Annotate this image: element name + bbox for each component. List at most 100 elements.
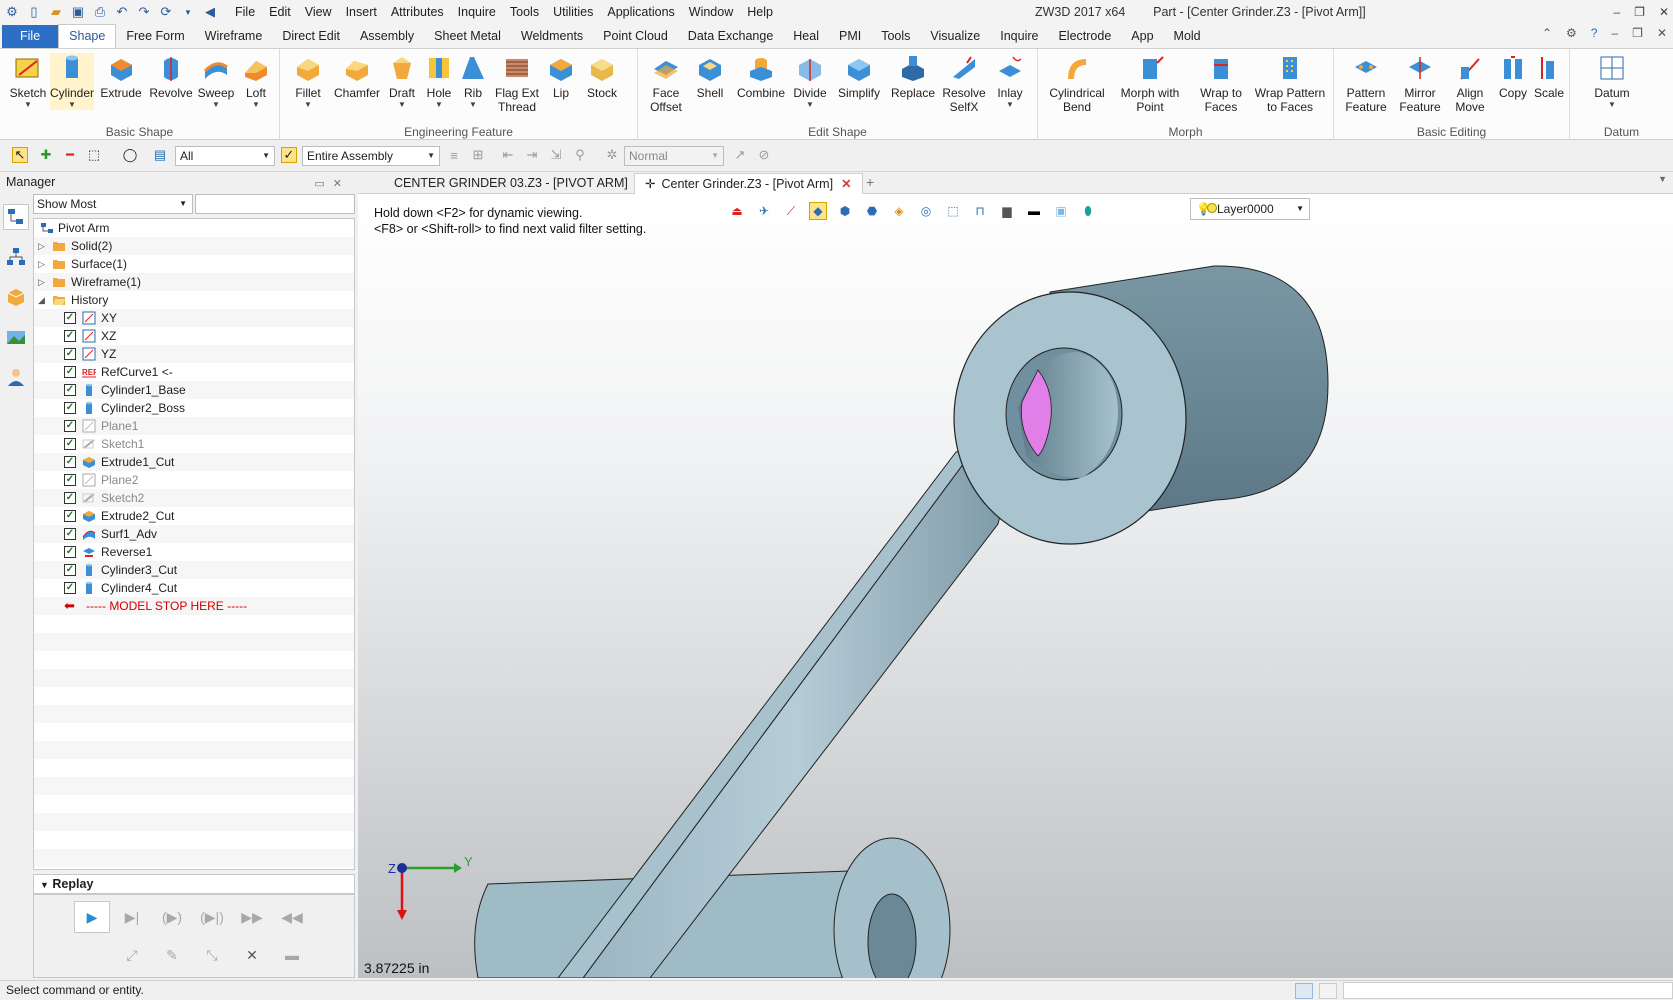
- print-icon[interactable]: ⎙: [92, 4, 108, 20]
- visibility-checkbox[interactable]: ✓: [64, 528, 76, 540]
- visibility-checkbox[interactable]: ✓: [64, 420, 76, 432]
- restore-icon[interactable]: ❐: [1634, 0, 1645, 24]
- fast-forward-icon[interactable]: ▶▶: [234, 901, 270, 933]
- simplify-button[interactable]: Simplify: [834, 53, 884, 100]
- user-role-icon[interactable]: [3, 364, 29, 390]
- box-select-icon[interactable]: ⬚: [86, 147, 102, 163]
- tree-row-history[interactable]: ✓ Plane2: [34, 471, 354, 489]
- visibility-checkbox[interactable]: ✓: [64, 510, 76, 522]
- image-view-icon[interactable]: [3, 324, 29, 350]
- chamfer-button[interactable]: Chamfer: [332, 53, 382, 100]
- remove-pick-icon[interactable]: ━: [62, 147, 78, 163]
- fillet-button[interactable]: Fillet ▼: [288, 53, 328, 110]
- step-into-icon[interactable]: (▶): [154, 901, 190, 933]
- tab-data-exchange[interactable]: Data Exchange: [678, 25, 783, 48]
- combine-button[interactable]: Combine: [734, 53, 788, 100]
- tree-row-history[interactable]: ✓ Extrude2_Cut: [34, 507, 354, 525]
- doc-tab-center-grinder[interactable]: ✛ Center Grinder.Z3 - [Pivot Arm] ✕: [634, 173, 863, 194]
- tree-search-input[interactable]: [195, 194, 355, 214]
- menu-edit[interactable]: Edit: [262, 0, 298, 24]
- tab-direct-edit[interactable]: Direct Edit: [272, 25, 350, 48]
- rib-button[interactable]: Rib ▼: [456, 53, 490, 110]
- hole-button[interactable]: Hole ▼: [422, 53, 456, 110]
- toolbar-icon-c[interactable]: ⇤: [500, 147, 516, 163]
- help-icon[interactable]: ?: [1591, 26, 1598, 40]
- minimize-icon[interactable]: –: [1613, 0, 1620, 24]
- tree-row-group[interactable]: ▷ Surface(1): [34, 255, 354, 273]
- graphics-viewport[interactable]: Hold down <F2> for dynamic viewing. <F8>…: [358, 194, 1673, 978]
- menu-window[interactable]: Window: [682, 0, 740, 24]
- pick-filter-select[interactable]: All ▼: [175, 146, 275, 166]
- visibility-checkbox[interactable]: ✓: [64, 456, 76, 468]
- doc-tab-center-grinder-03[interactable]: CENTER GRINDER 03.Z3 - [PIVOT ARM]✕: [384, 173, 656, 194]
- copy-button[interactable]: Copy: [1496, 53, 1530, 100]
- menu-insert[interactable]: Insert: [339, 0, 384, 24]
- tree-row-group[interactable]: ◢ History: [34, 291, 354, 309]
- tree-row-history[interactable]: ✓ Cylinder2_Boss: [34, 399, 354, 417]
- visibility-checkbox[interactable]: ✓: [64, 474, 76, 486]
- align-move-button[interactable]: Align Move: [1448, 53, 1492, 114]
- cylindrical-bend-button[interactable]: Cylindrical Bend: [1046, 53, 1108, 114]
- tree-filter-select[interactable]: Show Most ▼: [33, 194, 193, 214]
- visibility-checkbox[interactable]: ✓: [64, 366, 76, 378]
- resolve-selfx-button[interactable]: Resolve SelfX: [942, 53, 986, 114]
- refresh-icon[interactable]: ⟳: [158, 4, 174, 20]
- close-tab-icon[interactable]: ✕: [841, 177, 851, 191]
- replay-header[interactable]: ▼ Replay: [33, 874, 355, 894]
- stock-button[interactable]: Stock: [580, 53, 624, 100]
- assembly-scope-select[interactable]: Entire Assembly ▼: [302, 146, 440, 166]
- new-tab-icon[interactable]: +: [866, 174, 874, 190]
- tab-app[interactable]: App: [1121, 25, 1163, 48]
- visibility-checkbox[interactable]: ✓: [64, 384, 76, 396]
- step-over-icon[interactable]: (▶|): [194, 901, 230, 933]
- history-tree-icon[interactable]: [3, 204, 29, 230]
- face-offset-button[interactable]: Face Offset: [646, 53, 686, 114]
- tab-point-cloud[interactable]: Point Cloud: [593, 25, 678, 48]
- save-icon[interactable]: ▣: [70, 4, 86, 20]
- tab-sheet-metal[interactable]: Sheet Metal: [424, 25, 511, 48]
- tab-heal[interactable]: Heal: [783, 25, 829, 48]
- sweep-button[interactable]: Sweep ▼: [196, 53, 236, 110]
- roll-back-icon[interactable]: ⤢: [114, 939, 150, 971]
- close-doc-icon[interactable]: ✕: [1657, 26, 1667, 40]
- tree-row-history[interactable]: ✓ Sketch2: [34, 489, 354, 507]
- visibility-checkbox[interactable]: ✓: [64, 582, 76, 594]
- settings-gear-icon[interactable]: ⚙: [1566, 26, 1577, 40]
- command-input[interactable]: [1343, 982, 1673, 999]
- tree-row-history[interactable]: ✓ YZ: [34, 345, 354, 363]
- tree-row-history[interactable]: ✓ Cylinder1_Base: [34, 381, 354, 399]
- assembly-scope-icon[interactable]: ✓: [281, 147, 297, 163]
- sketch-button[interactable]: Sketch ▼: [8, 53, 48, 110]
- toolbar-icon-b[interactable]: ⊞: [470, 147, 486, 163]
- customize-dropdown-icon[interactable]: ▼: [180, 4, 196, 20]
- menu-attributes[interactable]: Attributes: [384, 0, 451, 24]
- menu-utilities[interactable]: Utilities: [546, 0, 600, 24]
- back-arrow-icon[interactable]: ◀: [202, 4, 218, 20]
- restore-doc-icon[interactable]: ❐: [1632, 26, 1643, 40]
- revolve-button[interactable]: Revolve: [148, 53, 194, 100]
- tab-mold[interactable]: Mold: [1164, 25, 1211, 48]
- tree-row-root[interactable]: Pivot Arm: [34, 219, 354, 237]
- tree-row-history[interactable]: ✓ XY: [34, 309, 354, 327]
- tree-row-history[interactable]: ✓ Extrude1_Cut: [34, 453, 354, 471]
- toolbar-icon-e[interactable]: ⇲: [548, 147, 564, 163]
- visibility-checkbox[interactable]: ✓: [64, 312, 76, 324]
- layout-toggle-icon[interactable]: [1295, 982, 1313, 999]
- visibility-checkbox[interactable]: ✓: [64, 546, 76, 558]
- new-file-icon[interactable]: ▯: [26, 4, 42, 20]
- lasso-icon[interactable]: ◯: [122, 147, 138, 163]
- assembly-tree-icon[interactable]: [3, 244, 29, 270]
- undo-icon[interactable]: ↶: [114, 4, 130, 20]
- mode-select[interactable]: Normal ▼: [624, 146, 724, 166]
- tab-shape[interactable]: Shape: [58, 24, 117, 48]
- app-logo-icon[interactable]: ⚙: [4, 4, 20, 20]
- step-forward-icon[interactable]: ▶|: [114, 901, 150, 933]
- tab-assembly[interactable]: Assembly: [350, 25, 424, 48]
- tab-free-form[interactable]: Free Form: [116, 25, 194, 48]
- roll-to-icon[interactable]: ⤡: [194, 939, 230, 971]
- menu-inquire[interactable]: Inquire: [451, 0, 503, 24]
- tree-row-history[interactable]: ✓ Surf1_Adv: [34, 525, 354, 543]
- tab-list-dropdown-icon[interactable]: ▼: [1658, 174, 1667, 184]
- tab-weldments[interactable]: Weldments: [511, 25, 593, 48]
- tree-row-history[interactable]: ✓ Reverse1: [34, 543, 354, 561]
